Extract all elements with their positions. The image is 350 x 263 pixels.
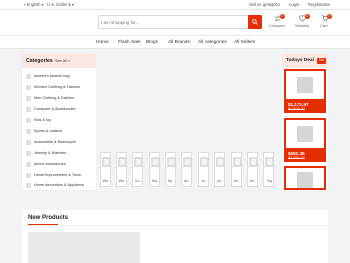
search-button[interactable] bbox=[248, 15, 262, 29]
featured-category-thumb[interactable]: Je... bbox=[198, 152, 209, 187]
category-item[interactable]: women's fashion bag bbox=[26, 73, 94, 81]
compare-button[interactable]: 0 Compare bbox=[266, 14, 288, 31]
main-nav: Home Flash Sale Blogs All Brands All cat… bbox=[0, 35, 350, 49]
image-placeholder-icon bbox=[297, 126, 313, 142]
image-placeholder-icon bbox=[134, 157, 142, 167]
featured-category-thumb[interactable]: Co... bbox=[132, 152, 143, 187]
search-box bbox=[98, 15, 262, 29]
product-image bbox=[286, 168, 324, 188]
todays-deal-title: Todays Deal bbox=[286, 58, 314, 63]
nav-all-categories[interactable]: All categories bbox=[198, 40, 227, 45]
chevron-down-icon: ▾ bbox=[71, 2, 75, 7]
title-underline bbox=[28, 224, 58, 225]
nav-blogs[interactable]: Blogs bbox=[146, 40, 158, 45]
image-placeholder-icon bbox=[102, 157, 110, 167]
product-image[interactable] bbox=[28, 232, 140, 263]
see-all-link[interactable]: See All > bbox=[55, 59, 70, 63]
wishlist-count: 0 bbox=[305, 14, 310, 19]
flag-icon: ▪ bbox=[24, 2, 26, 7]
category-item[interactable]: Home Improvement & Tools bbox=[26, 172, 94, 180]
top-bar: ▪ English ▾ U.S. Dollar $ ▾ Sell at: get… bbox=[0, 0, 350, 10]
nav-all-brands[interactable]: All Brands bbox=[168, 40, 190, 45]
image-placeholder-icon bbox=[216, 157, 224, 167]
category-icon bbox=[26, 118, 31, 123]
image-placeholder-icon bbox=[233, 157, 241, 167]
new-products-title: New Products bbox=[28, 215, 69, 221]
image-placeholder-icon bbox=[200, 157, 208, 167]
category-icon bbox=[26, 140, 31, 145]
divider bbox=[22, 225, 328, 226]
categories-panel: Categories See All > women's fashion bag… bbox=[22, 54, 96, 190]
compare-label: Compare bbox=[268, 23, 286, 28]
seller-link[interactable]: Sell at: getsq001 bbox=[249, 1, 280, 8]
featured-category-thumb[interactable]: ph... bbox=[214, 152, 225, 187]
image-placeholder-icon bbox=[183, 157, 191, 167]
featured-category-thumb[interactable]: We... bbox=[116, 152, 127, 187]
cart-button[interactable]: 0 Cart bbox=[313, 14, 335, 31]
category-item[interactable]: Jewelry & Watches bbox=[26, 150, 94, 158]
registration-link[interactable]: Registration bbox=[308, 1, 330, 8]
hot-badge: Hot bbox=[317, 58, 326, 64]
featured-category-thumb[interactable]: We... bbox=[100, 152, 111, 187]
image-placeholder-icon bbox=[297, 77, 313, 93]
wishlist-button[interactable]: 0 Wishlist bbox=[291, 14, 313, 31]
category-icon bbox=[26, 107, 31, 112]
cart-count: 0 bbox=[327, 14, 332, 19]
site-logo[interactable] bbox=[24, 16, 64, 28]
todays-deal-panel: Todays Deal Hot $1,171.57 $1,505.27 $682… bbox=[282, 54, 328, 190]
deal-product-card[interactable]: $1,171.57 $1,505.27 bbox=[284, 69, 326, 113]
login-link[interactable]: Login bbox=[289, 1, 299, 8]
chevron-down-icon: ▾ bbox=[41, 2, 44, 7]
image-placeholder-icon bbox=[297, 172, 313, 188]
category-icon bbox=[26, 173, 31, 178]
image-placeholder-icon bbox=[151, 157, 159, 167]
header: 0 Compare 0 Wishlist 0 Cart bbox=[0, 10, 350, 35]
image-placeholder-icon bbox=[249, 157, 257, 167]
category-icon bbox=[26, 74, 31, 79]
wishlist-label: Wishlist bbox=[295, 23, 309, 28]
deal-product-card[interactable] bbox=[284, 166, 326, 190]
featured-category-thumb[interactable]: Toy bbox=[263, 152, 274, 187]
category-icon bbox=[26, 183, 31, 188]
deal-product-card[interactable]: $682.35 $2,581.37 bbox=[284, 118, 326, 162]
product-image bbox=[286, 71, 324, 99]
category-icon bbox=[26, 151, 31, 156]
deal-old-price: $2,581.37 bbox=[288, 156, 305, 160]
language-selector[interactable]: ▪ English ▾ bbox=[24, 1, 44, 8]
featured-category-thumb[interactable]: Kid... bbox=[149, 152, 160, 187]
category-item[interactable]: phone accessories bbox=[26, 161, 94, 169]
currency-selector[interactable]: U.S. Dollar $ ▾ bbox=[47, 1, 74, 8]
deal-old-price: $1,505.27 bbox=[288, 107, 305, 111]
compare-count: 0 bbox=[280, 14, 285, 19]
categories-title: Categories bbox=[26, 58, 53, 64]
featured-category-thumb[interactable]: Ho... bbox=[247, 152, 258, 187]
search-icon bbox=[252, 19, 258, 25]
nav-home[interactable]: Home bbox=[96, 40, 109, 45]
nav-flash-sale[interactable]: Flash Sale bbox=[118, 40, 141, 45]
category-item[interactable]: Computer & Accessories bbox=[26, 106, 94, 114]
category-item[interactable]: Automobile & Motorcycle bbox=[26, 139, 94, 147]
category-item[interactable]: Kids & toy bbox=[26, 117, 94, 125]
category-item[interactable]: Home decoration & Appliance bbox=[26, 182, 94, 190]
search-input[interactable] bbox=[101, 17, 247, 27]
product-image bbox=[286, 120, 324, 148]
category-icon bbox=[26, 162, 31, 167]
image-placeholder-icon bbox=[167, 157, 175, 167]
nav-all-sellers[interactable]: All Sellers bbox=[234, 40, 255, 45]
featured-category-thumb[interactable]: Ho... bbox=[231, 152, 242, 187]
category-icon bbox=[26, 129, 31, 134]
image-placeholder-icon bbox=[118, 157, 126, 167]
todays-deal-header: Todays Deal Hot bbox=[282, 54, 328, 68]
category-item[interactable]: Women Clothing & Fashion bbox=[26, 84, 94, 92]
category-icon bbox=[26, 96, 31, 101]
featured-category-thumb[interactable]: Au... bbox=[181, 152, 192, 187]
categories-header: Categories See All > bbox=[22, 54, 96, 68]
category-item[interactable]: Sports & outdoor bbox=[26, 128, 94, 136]
cart-label: Cart bbox=[320, 23, 328, 28]
featured-category-thumb[interactable]: Sp... bbox=[165, 152, 176, 187]
new-products-section: New Products bbox=[22, 210, 328, 263]
image-placeholder-icon bbox=[265, 157, 273, 167]
category-item[interactable]: Men Clothing & Fashion bbox=[26, 95, 94, 103]
category-icon bbox=[26, 85, 31, 90]
